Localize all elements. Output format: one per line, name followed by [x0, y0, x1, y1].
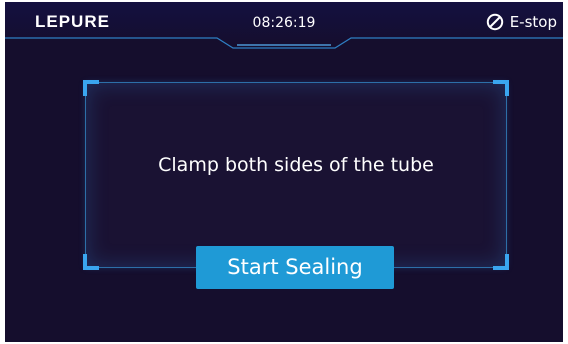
panel-corner-top-left	[83, 80, 99, 96]
clock-time: 08:26:19	[252, 15, 316, 31]
panel-corner-bottom-right	[493, 254, 509, 270]
start-sealing-button[interactable]: Start Sealing	[196, 246, 394, 289]
no-entry-icon	[486, 13, 503, 31]
brand-logo: LEPURE	[35, 12, 110, 31]
panel-corner-top-right	[493, 80, 509, 96]
estop-button[interactable]: E-stop	[486, 11, 557, 33]
instruction-panel: Clamp both sides of the tube	[83, 80, 509, 270]
panel-corner-bottom-left	[83, 254, 99, 270]
sealer-screen: LEPURE 08:26:19 E-stop Clamp both sides …	[5, 2, 563, 342]
estop-label: E-stop	[509, 13, 557, 31]
instruction-text: Clamp both sides of the tube	[158, 154, 434, 176]
